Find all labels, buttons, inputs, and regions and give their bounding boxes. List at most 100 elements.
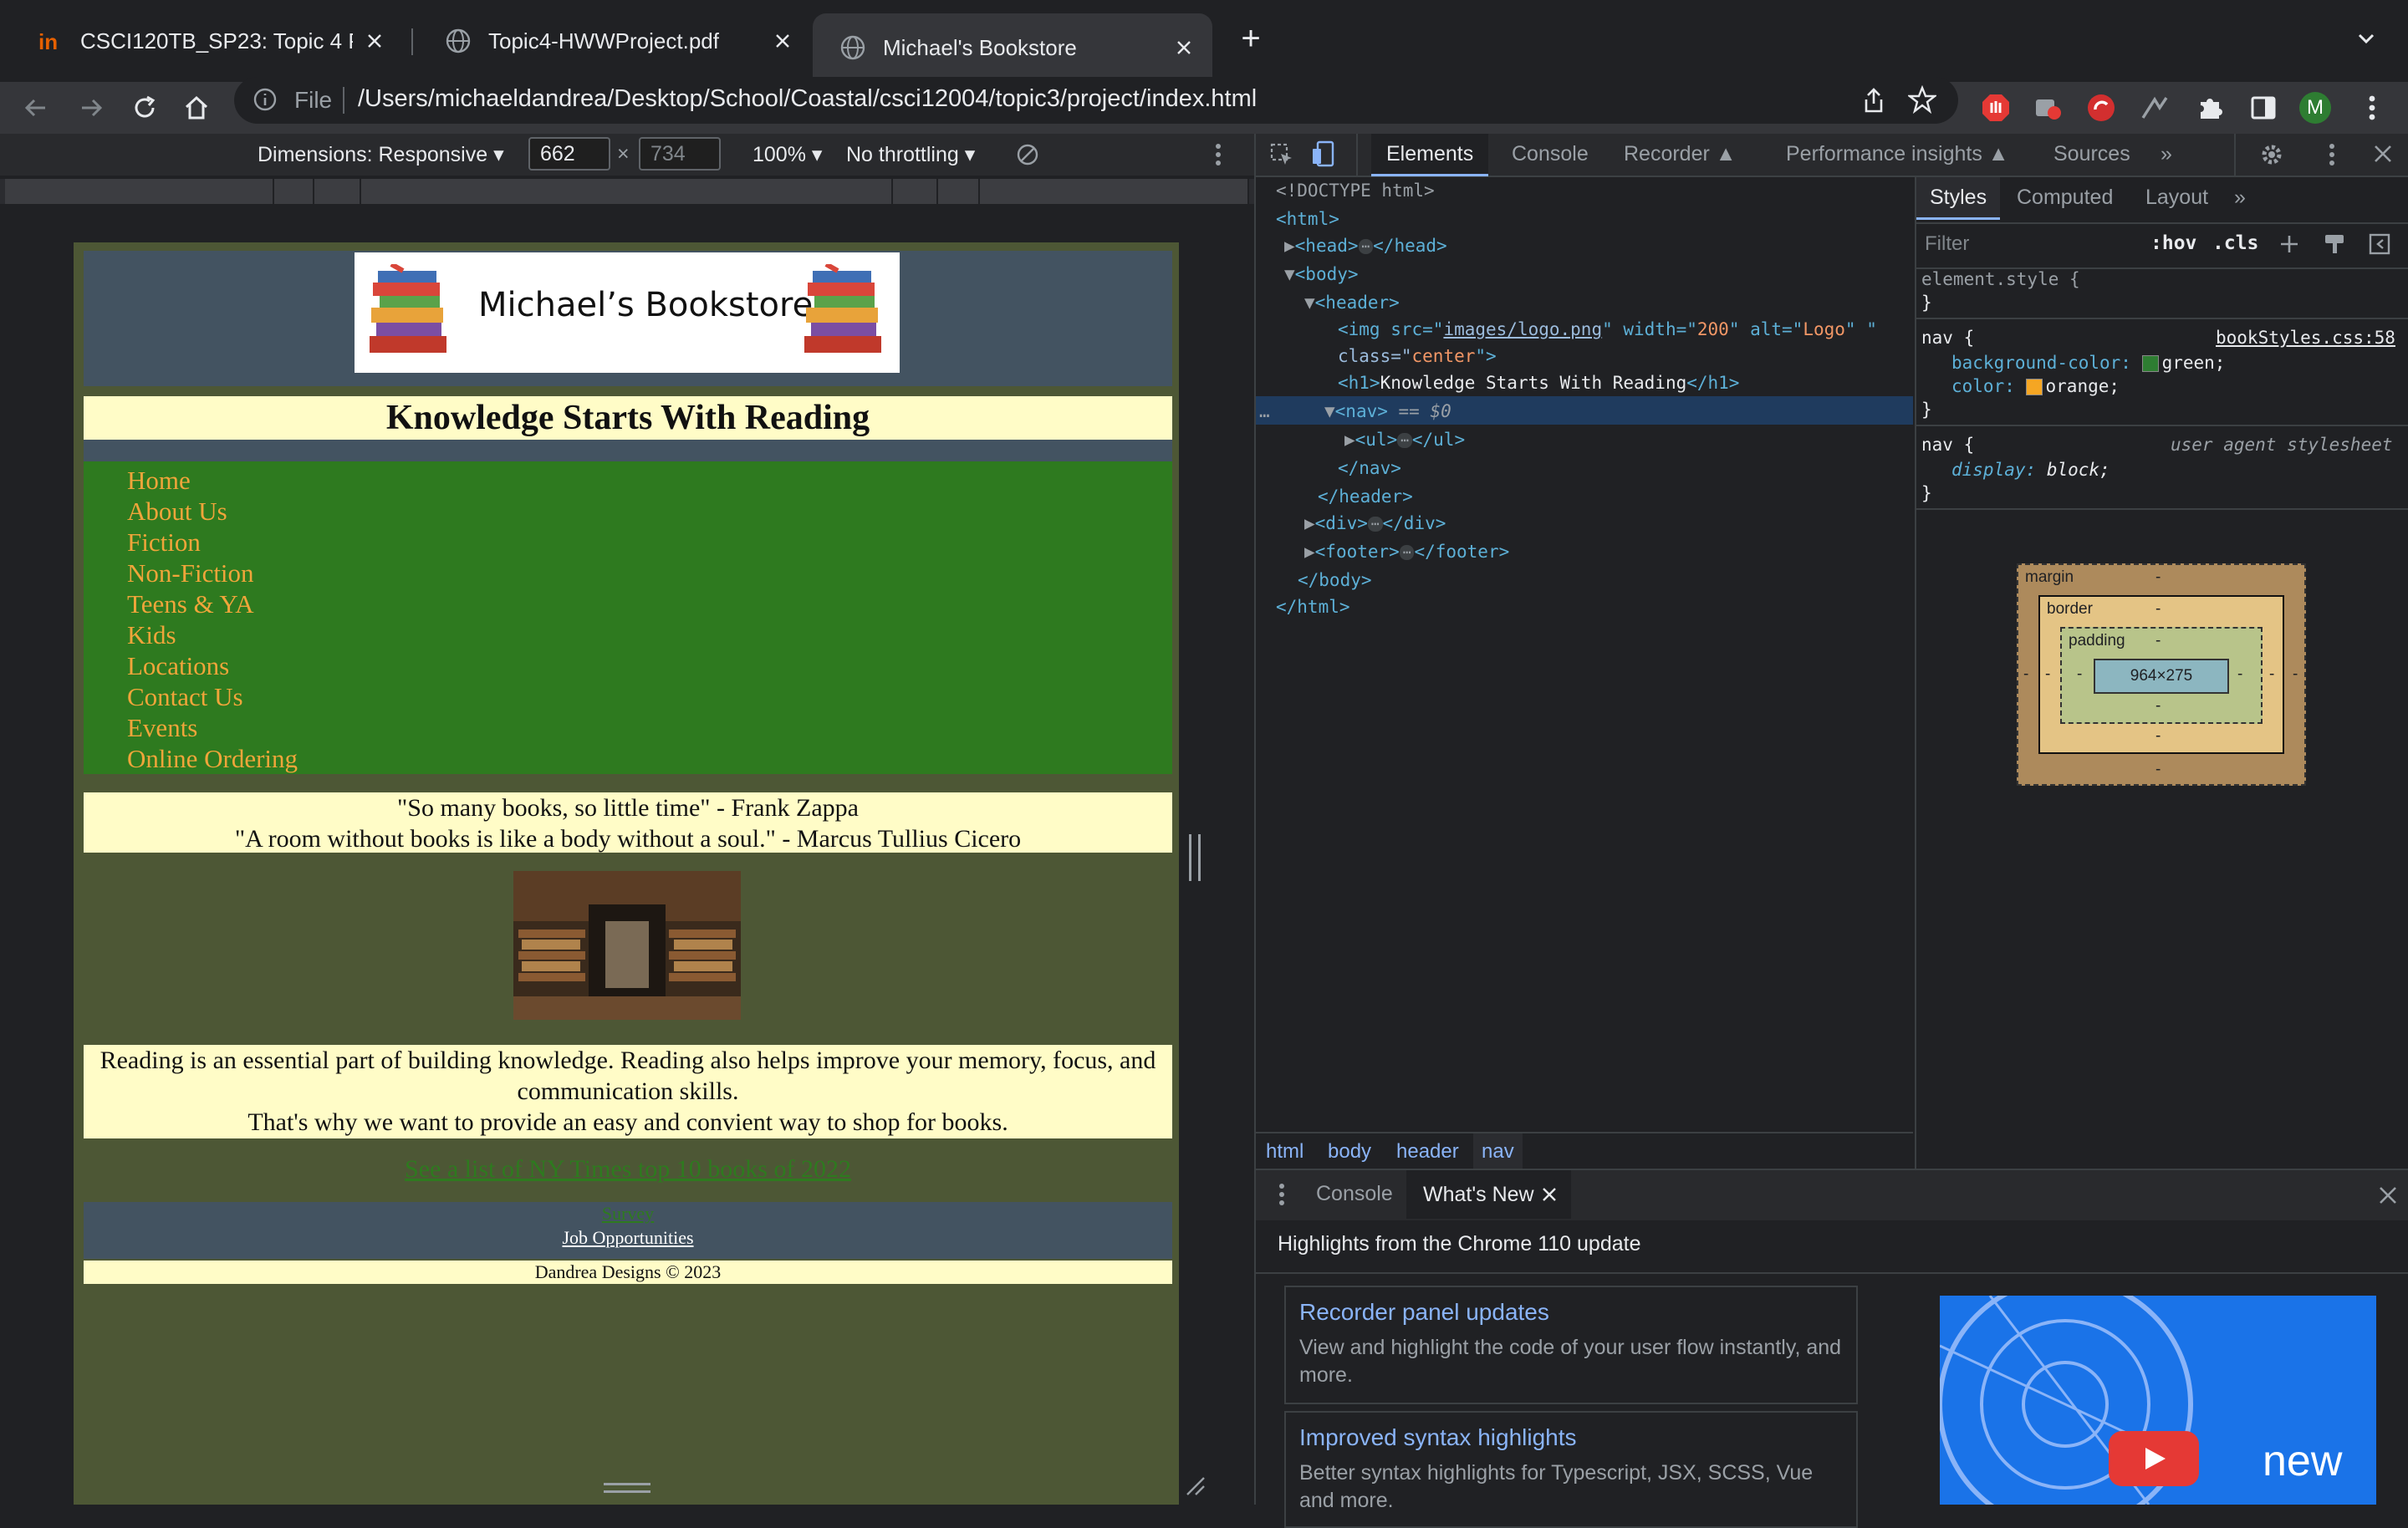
styles-filter-input[interactable]: Filter (1925, 232, 1969, 256)
ruler-segment[interactable] (893, 179, 938, 204)
collapsed-ellipsis[interactable]: ⋯ (1358, 239, 1374, 254)
device-toggle-icon[interactable] (1311, 140, 1336, 167)
ua-rule-selector[interactable]: nav { (1921, 435, 1974, 455)
close-tab-icon[interactable] (1172, 36, 1196, 59)
forward-arrow-icon[interactable] (74, 90, 109, 125)
tab-elements[interactable]: Elements (1371, 134, 1489, 176)
collapsed-ellipsis[interactable]: ⋯ (1397, 433, 1412, 448)
throttling-dropdown[interactable]: No throttling ▾ (846, 142, 975, 167)
tab-computed[interactable]: Computed (2017, 186, 2113, 210)
close-drawer-icon[interactable] (2378, 1185, 2398, 1205)
share-icon[interactable] (1861, 87, 1886, 114)
bookmark-star-icon[interactable] (1908, 85, 1936, 114)
puzzle-extensions-icon[interactable] (2192, 90, 2227, 125)
ruler-segment[interactable] (980, 179, 1249, 204)
stylesheet-source-link[interactable]: bookStyles.css:58 (2216, 328, 2395, 348)
breadcrumb-header[interactable]: header (1396, 1140, 1459, 1164)
collapse-arrow-icon[interactable]: ▼ (1304, 293, 1315, 313)
ruler-segment[interactable] (938, 179, 980, 204)
ruler-segment[interactable] (274, 179, 314, 204)
card-title[interactable]: Improved syntax highlights (1299, 1424, 1843, 1451)
close-whats-new-tab-icon[interactable] (1542, 1187, 1557, 1202)
tab-performance-insights[interactable]: Performance insights ▲ (1786, 142, 2009, 166)
breadcrumb-body[interactable]: body (1328, 1140, 1371, 1164)
new-style-rule-icon[interactable] (2278, 232, 2301, 256)
nav-link-events[interactable]: Events (127, 712, 298, 743)
dom-ul[interactable]: ▶<ul> ⋯ </ul> (1344, 426, 1465, 453)
nav-link-about[interactable]: About Us (127, 496, 298, 527)
row-more-dots[interactable]: … (1259, 398, 1270, 425)
browser-tab-bookstore[interactable]: Michael's Bookstore (813, 13, 1212, 82)
dom-body-close[interactable]: </body> (1298, 567, 1372, 593)
dom-nav-selected[interactable]: ▼<nav> == $0 (1324, 398, 1451, 425)
toggle-sidebar-icon[interactable] (2368, 232, 2391, 256)
reload-icon[interactable] (127, 90, 162, 125)
nav-link-fiction[interactable]: Fiction (127, 527, 298, 558)
breadcrumb-html[interactable]: html (1266, 1140, 1303, 1164)
side-panel-icon[interactable] (2246, 90, 2281, 125)
dom-nav-close[interactable]: </nav> (1338, 455, 1401, 481)
nav-link-kids[interactable]: Kids (127, 619, 298, 650)
new-tab-button[interactable]: + (1234, 22, 1268, 55)
tab-recorder[interactable]: Recorder ▲ (1624, 142, 1737, 166)
nav-link-teens[interactable]: Teens & YA (127, 588, 298, 619)
adblock-extension-icon[interactable] (1978, 90, 2013, 125)
drawer-menu-icon[interactable] (1278, 1182, 1286, 1207)
paint-brush-icon[interactable] (2323, 232, 2346, 256)
extension-icon[interactable] (2030, 90, 2065, 125)
expand-arrow-icon[interactable]: ▶ (1344, 430, 1355, 450)
tool-extension-icon[interactable] (2137, 90, 2172, 125)
more-tabs-icon[interactable]: » (2161, 142, 2172, 166)
profile-avatar[interactable]: M (2298, 90, 2333, 125)
expand-arrow-icon[interactable]: ▶ (1304, 513, 1315, 533)
browser-tab-canvas[interactable]: in CSCI120TB_SP23: Topic 4 Proj (10, 13, 403, 69)
whats-new-card[interactable]: Improved syntax highlights Better syntax… (1284, 1411, 1858, 1528)
media-query-ruler[interactable] (0, 179, 1254, 204)
address-bar[interactable]: File /Users/michaeldandrea/Desktop/Schoo… (234, 77, 1958, 124)
info-icon[interactable] (253, 87, 278, 112)
close-devtools-icon[interactable] (2373, 144, 2393, 164)
tab-search-chevron-icon[interactable] (2354, 27, 2378, 50)
dom-h1[interactable]: <h1>Knowledge Starts With Reading</h1> (1338, 369, 1739, 396)
dom-header-close[interactable]: </header> (1318, 483, 1413, 510)
survey-link[interactable]: Survey (84, 1202, 1172, 1225)
tab-layout[interactable]: Layout (2145, 186, 2208, 210)
resize-corner-icon[interactable] (1184, 1475, 1206, 1496)
youtube-play-icon[interactable] (2109, 1431, 2199, 1486)
browser-tab-pdf[interactable]: Topic4-HWWProject.pdf (418, 13, 811, 69)
collapsed-ellipsis[interactable]: ⋯ (1367, 517, 1383, 532)
dom-html-close[interactable]: </html> (1276, 593, 1350, 620)
home-icon[interactable] (179, 90, 214, 125)
zoom-dropdown[interactable]: 100% ▾ (752, 142, 822, 167)
tab-console[interactable]: Console (1512, 142, 1589, 166)
css-declaration[interactable]: background-color: green; (1951, 353, 2225, 373)
width-input[interactable]: 662 (528, 137, 610, 171)
close-tab-icon[interactable] (363, 29, 386, 53)
css-declaration[interactable]: color: orange; (1951, 376, 2120, 396)
dimensions-dropdown[interactable]: Dimensions: Responsive ▾ (258, 142, 504, 167)
back-arrow-icon[interactable] (18, 90, 54, 125)
ruler-segment[interactable] (361, 179, 893, 204)
ruler-segment[interactable] (5, 179, 274, 204)
box-model-content[interactable]: 964×275 (2094, 659, 2229, 694)
class-toggle[interactable]: .cls (2212, 232, 2258, 254)
chrome-menu-icon[interactable] (2354, 90, 2390, 125)
dom-div[interactable]: ▶<div> ⋯ </div> (1304, 510, 1446, 537)
ruler-segment[interactable] (314, 179, 361, 204)
whats-new-card[interactable]: Recorder panel updates View and highligh… (1284, 1286, 1858, 1404)
breadcrumb-nav[interactable]: nav (1473, 1133, 1523, 1170)
green-color-swatch[interactable] (2141, 355, 2159, 372)
dom-html[interactable]: <html> (1276, 206, 1339, 232)
expand-arrow-icon[interactable]: ▶ (1284, 236, 1295, 256)
orange-color-swatch[interactable] (2025, 379, 2043, 395)
dom-img-src-link[interactable]: images/logo.png (1443, 319, 1602, 339)
hover-state-toggle[interactable]: :hov (2150, 232, 2196, 254)
settings-gear-icon[interactable] (2259, 142, 2284, 167)
collapsed-ellipsis[interactable]: ⋯ (1399, 545, 1415, 560)
element-style-rule[interactable]: element.style { (1921, 269, 2080, 289)
dom-img[interactable]: <img src="images/logo.png" width="200" a… (1338, 316, 1877, 343)
card-title[interactable]: Recorder panel updates (1299, 1299, 1843, 1326)
more-tabs-icon[interactable]: » (2234, 186, 2246, 210)
tab-styles[interactable]: Styles (1916, 177, 2001, 220)
job-opportunities-link[interactable]: Job Opportunities (84, 1225, 1172, 1250)
